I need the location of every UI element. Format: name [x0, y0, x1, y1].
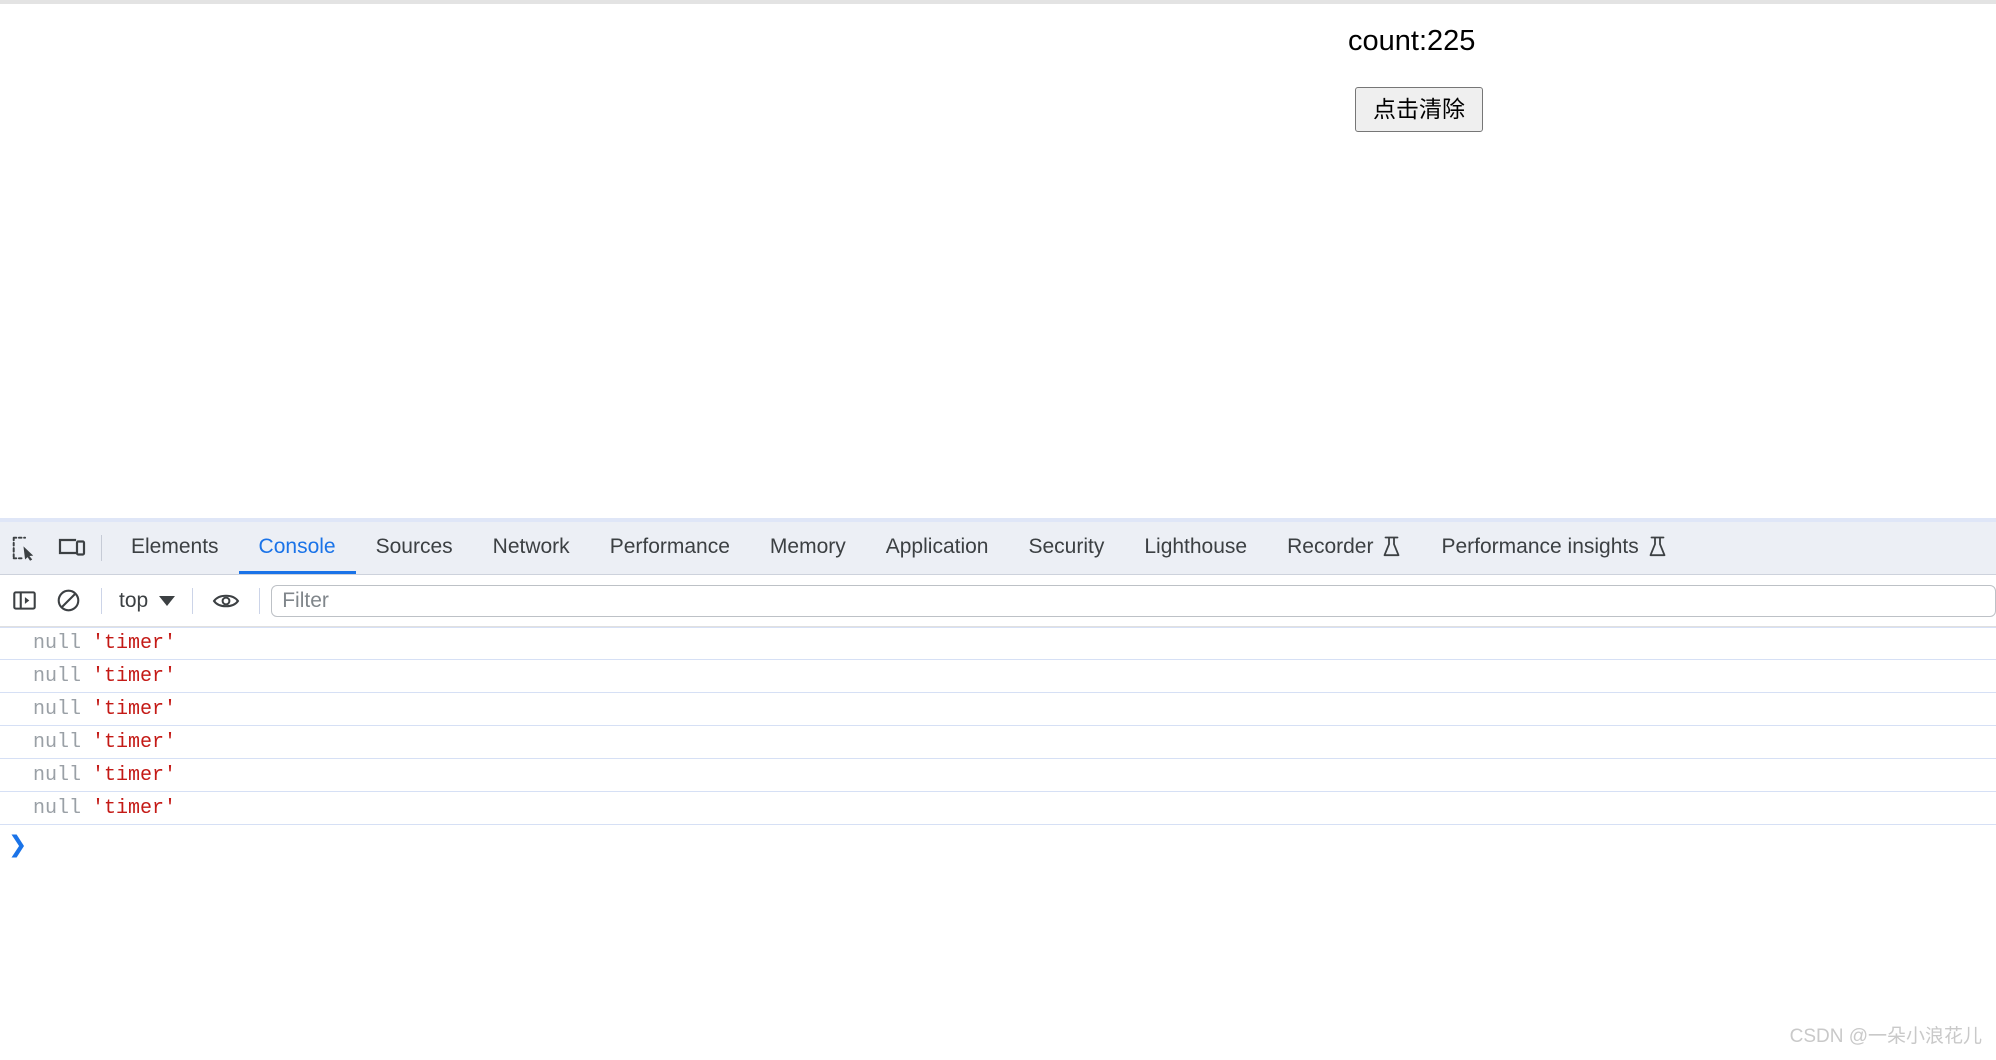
log-null-value: null [33, 697, 82, 721]
tab-performance-insights[interactable]: Performance insights [1421, 522, 1686, 574]
log-string-value: 'timer' [92, 730, 177, 754]
tab-sources[interactable]: Sources [356, 522, 473, 574]
console-message-row[interactable]: null 'timer' [0, 660, 1996, 693]
toolbar-divider [259, 587, 261, 614]
tab-elements[interactable]: Elements [111, 522, 239, 574]
tab-label: Lighthouse [1144, 534, 1248, 558]
tab-label: Memory [769, 534, 846, 558]
page-content: count:225 点击清除 [1348, 24, 1648, 132]
log-null-value: null [33, 763, 82, 787]
log-null-value: null [33, 632, 82, 655]
tab-application[interactable]: Application [866, 522, 1009, 574]
log-string-value: 'timer' [92, 697, 177, 721]
flask-icon [1648, 536, 1667, 558]
tab-label: Performance [609, 534, 730, 558]
log-null-value: null [33, 730, 82, 754]
tab-lighthouse[interactable]: Lighthouse [1124, 522, 1267, 574]
tab-label: Security [1028, 534, 1105, 558]
toolbar-divider [101, 587, 102, 614]
console-input-row[interactable]: ❯ [0, 825, 1996, 863]
console-message-row[interactable]: null 'timer' [0, 792, 1996, 825]
log-null-value: null [33, 796, 82, 820]
watermark: CSDN @一朵小浪花儿 [1789, 1026, 1982, 1047]
devtools-panel: Elements Console Sources Network Perform… [0, 518, 1996, 1060]
prompt-chevron-icon: ❯ [8, 830, 28, 857]
tab-console[interactable]: Console [238, 522, 356, 574]
tab-label: Recorder [1287, 534, 1374, 558]
execution-context-selector[interactable]: top [113, 586, 181, 616]
log-string-value: 'timer' [92, 763, 177, 787]
context-label: top [119, 588, 149, 612]
tab-security[interactable]: Security [1008, 522, 1124, 574]
clear-button[interactable]: 点击清除 [1355, 87, 1483, 132]
console-message-row[interactable]: null 'timer' [0, 693, 1996, 726]
console-sidebar-icon[interactable] [2, 579, 46, 623]
log-string-value: 'timer' [92, 664, 177, 688]
tab-network[interactable]: Network [473, 522, 590, 574]
filter-input[interactable] [271, 584, 1996, 617]
tab-label: Console [258, 534, 336, 558]
tab-label: Sources [375, 534, 453, 558]
tab-label: Network [492, 534, 570, 558]
device-toolbar-icon[interactable] [48, 524, 96, 572]
chevron-down-icon [159, 595, 176, 606]
console-message-row[interactable]: null 'timer' [0, 627, 1996, 660]
count-display: count:225 [1348, 25, 1476, 57]
toolbar-divider [192, 587, 194, 614]
tab-label: Performance insights [1441, 534, 1639, 558]
clear-console-icon[interactable] [46, 579, 90, 623]
console-message-list: null 'timer' null 'timer' null 'timer' n… [0, 627, 1996, 825]
tab-performance[interactable]: Performance [590, 522, 750, 574]
console-message-row[interactable]: null 'timer' [0, 726, 1996, 759]
log-string-value: 'timer' [92, 796, 177, 820]
console-message-row[interactable]: null 'timer' [0, 759, 1996, 792]
log-string-value: 'timer' [92, 632, 177, 655]
tab-label: Application [885, 534, 989, 558]
live-expression-icon[interactable] [204, 579, 248, 623]
devtools-tab-bar: Elements Console Sources Network Perform… [0, 522, 1996, 575]
tab-recorder[interactable]: Recorder [1267, 522, 1421, 574]
flask-icon [1382, 536, 1401, 558]
inspect-element-icon[interactable] [0, 524, 48, 572]
toolbar-divider [101, 535, 102, 561]
log-null-value: null [33, 664, 82, 688]
console-toolbar: top [0, 575, 1996, 627]
page-viewport: count:225 点击清除 [0, 4, 1996, 518]
tab-label: Elements [131, 534, 219, 558]
tab-memory[interactable]: Memory [750, 522, 866, 574]
